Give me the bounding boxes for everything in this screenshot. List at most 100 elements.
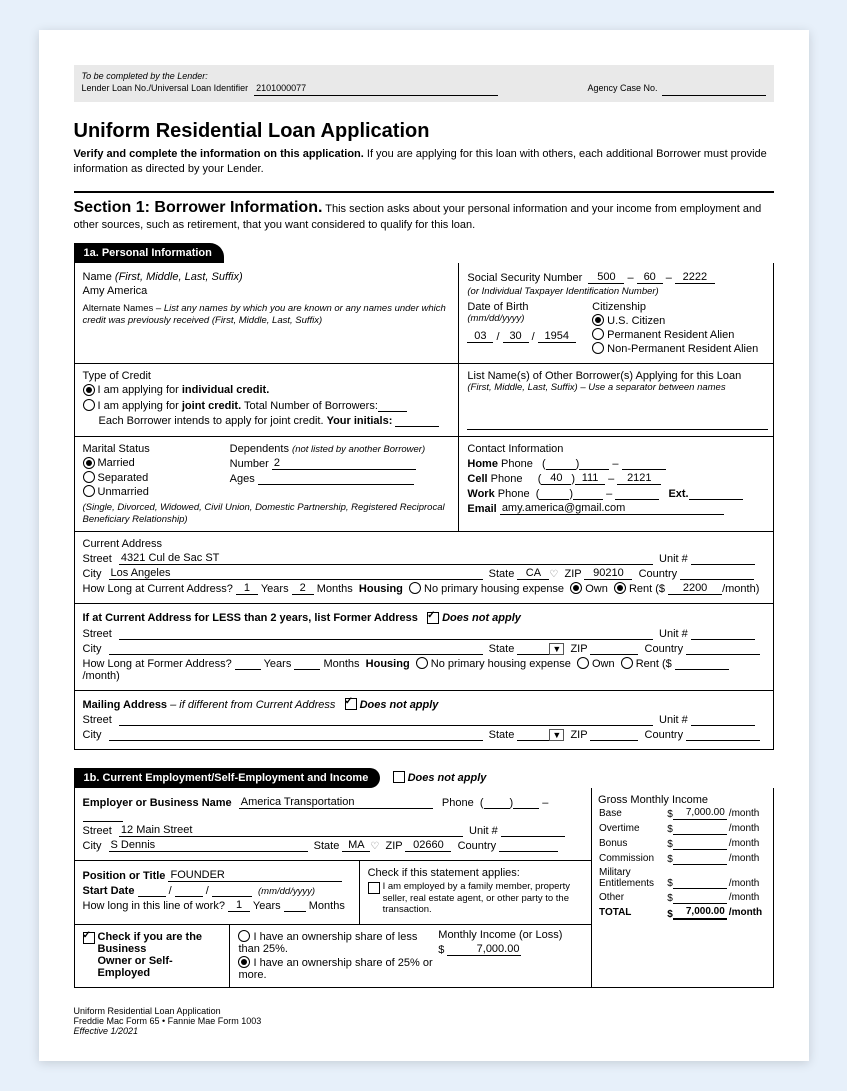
statement-label: Check if this statement applies: [368, 867, 583, 879]
emp-zip-field[interactable]: 02660 [405, 839, 451, 852]
former-street-label: Street [83, 628, 112, 640]
dep-ages-field[interactable] [258, 472, 414, 485]
start-yyyy[interactable] [212, 884, 252, 897]
mail-unit-field[interactable] [691, 713, 755, 726]
ssn-field-3[interactable]: 2222 [675, 271, 715, 284]
zip-field[interactable]: 90210 [584, 567, 632, 580]
emp-state-field[interactable]: MA [342, 839, 370, 852]
ssn-field-1[interactable]: 500 [588, 271, 624, 284]
dob-yyyy[interactable]: 1954 [538, 330, 576, 343]
checkbox-mailing-dna[interactable] [345, 698, 357, 710]
cell-phone-pre[interactable]: 111 [575, 472, 605, 485]
rent-amount-field[interactable]: 2200 [668, 582, 722, 595]
radio-joint-credit[interactable] [83, 399, 95, 411]
radio-perm-resident[interactable] [592, 328, 604, 340]
radio-former-own[interactable] [577, 657, 589, 669]
radio-no-housing-expense[interactable] [409, 582, 421, 594]
radio-share-lt25[interactable] [238, 930, 250, 942]
emp-street-field[interactable]: 12 Main Street [119, 824, 463, 837]
mail-state-field[interactable] [517, 728, 549, 741]
gross-mil-field[interactable] [673, 876, 727, 889]
former-city-field[interactable] [109, 642, 483, 655]
mail-country-field[interactable] [686, 728, 760, 741]
emp-unit-field[interactable] [501, 824, 565, 837]
home-phone-pre[interactable] [579, 457, 609, 470]
employer-field[interactable]: America Transportation [239, 796, 433, 809]
gross-other-field[interactable] [673, 891, 727, 904]
gross-total-field[interactable]: 7,000.00 [673, 906, 727, 920]
emp-phone-pre[interactable] [513, 796, 539, 809]
radio-rent[interactable] [614, 582, 626, 594]
former-state-field[interactable] [517, 642, 549, 655]
radio-individual-credit[interactable] [83, 384, 95, 396]
lender-loan-field[interactable]: 2101000077 [254, 83, 498, 96]
radio-separated[interactable] [83, 471, 95, 483]
checkbox-former-dna[interactable] [427, 612, 439, 624]
street-field[interactable]: 4321 Cul de Sac ST [119, 552, 653, 565]
emp-city-field[interactable]: S Dennis [109, 839, 308, 852]
work-phone-area[interactable] [539, 487, 569, 500]
mail-street-field[interactable] [119, 713, 653, 726]
checkbox-family-member[interactable] [368, 882, 380, 894]
ext-field[interactable] [689, 487, 743, 500]
former-months-field[interactable] [294, 657, 320, 670]
ssn-field-2[interactable]: 60 [637, 271, 663, 284]
radio-share-ge25[interactable] [238, 956, 250, 968]
country-field[interactable] [680, 567, 754, 580]
unit-field[interactable] [691, 552, 755, 565]
radio-former-no-expense[interactable] [416, 657, 428, 669]
gross-bonus-field[interactable] [673, 837, 727, 850]
former-unit-field[interactable] [691, 627, 755, 640]
other-borrowers-field[interactable] [467, 417, 768, 430]
gross-ot-field[interactable] [673, 822, 727, 835]
radio-former-rent[interactable] [621, 657, 633, 669]
radio-own[interactable] [570, 582, 582, 594]
name-label: Name [83, 271, 112, 283]
home-phone-area[interactable] [546, 457, 576, 470]
dob-mm[interactable]: 03 [467, 330, 493, 343]
mail-city-field[interactable] [109, 728, 483, 741]
gross-base-field[interactable]: 7,000.00 [673, 807, 727, 820]
emp-phone-area[interactable] [484, 796, 510, 809]
home-phone-line[interactable] [622, 457, 666, 470]
agency-case-field[interactable] [662, 83, 766, 96]
gross-comm-field[interactable] [673, 852, 727, 865]
name-value[interactable]: Amy America [83, 285, 451, 297]
former-years-field[interactable] [235, 657, 261, 670]
work-phone-line[interactable] [615, 487, 659, 500]
former-rent-field[interactable] [675, 657, 729, 670]
dep-number-field[interactable]: 2 [272, 457, 416, 470]
email-field[interactable]: amy.america@gmail.com [500, 502, 724, 515]
dob-dd[interactable]: 30 [503, 330, 529, 343]
cell-phone-area[interactable]: 40 [541, 472, 571, 485]
monthly-income-field[interactable]: 7,000.00 [447, 943, 521, 956]
dropdown-icon[interactable]: ▼ [549, 729, 564, 741]
months-field[interactable]: 2 [292, 582, 314, 595]
checkbox-business-owner[interactable] [83, 932, 95, 944]
num-borrowers-field[interactable] [378, 399, 407, 412]
radio-married[interactable] [83, 457, 95, 469]
start-dd[interactable] [175, 884, 203, 897]
radio-unmarried[interactable] [83, 485, 95, 497]
state-field[interactable]: CA [517, 567, 549, 580]
emp-phone-line[interactable] [83, 809, 123, 822]
years-field[interactable]: 1 [236, 582, 258, 595]
city-field[interactable]: Los Angeles [109, 567, 483, 580]
linework-months[interactable] [284, 899, 306, 912]
dropdown-icon[interactable]: ▼ [549, 643, 564, 655]
position-field[interactable]: FOUNDER [168, 869, 342, 882]
emp-country-field[interactable] [499, 839, 558, 852]
former-street-field[interactable] [119, 627, 653, 640]
radio-us-citizen[interactable] [592, 314, 604, 326]
former-zip-field[interactable] [590, 642, 638, 655]
linework-years[interactable]: 1 [228, 899, 250, 912]
mail-zip-field[interactable] [590, 728, 638, 741]
work-phone-pre[interactable] [573, 487, 603, 500]
start-mm[interactable] [138, 884, 166, 897]
startdate-label: Start Date [83, 885, 135, 897]
former-country-field[interactable] [686, 642, 760, 655]
checkbox-1b-dna[interactable] [393, 771, 405, 783]
radio-nonperm-resident[interactable] [592, 342, 604, 354]
cell-phone-line[interactable]: 2121 [617, 472, 661, 485]
initials-field[interactable] [395, 414, 439, 427]
